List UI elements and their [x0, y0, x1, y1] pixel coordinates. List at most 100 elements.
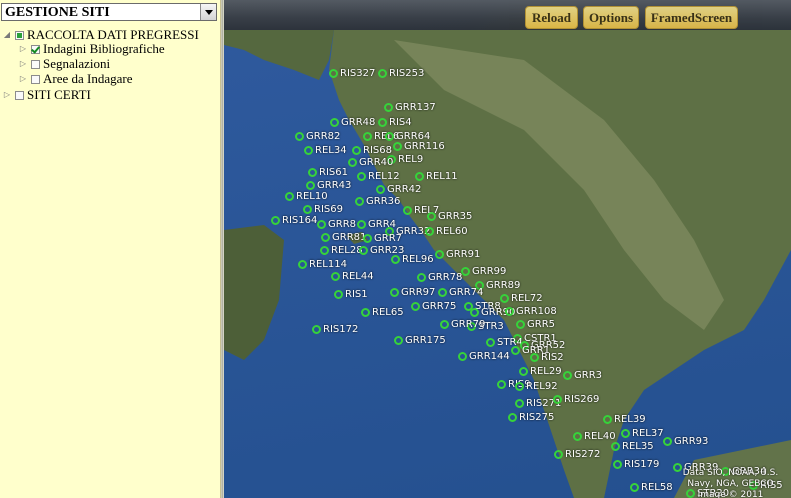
- site-marker-icon[interactable]: [295, 132, 304, 141]
- site-label[interactable]: GRR137: [395, 102, 436, 113]
- site-label[interactable]: RIS61: [319, 167, 348, 178]
- site-label[interactable]: GRR75: [422, 301, 456, 312]
- site-marker-icon[interactable]: [573, 432, 582, 441]
- site-marker-icon[interactable]: [376, 185, 385, 194]
- site-label[interactable]: REL12: [368, 171, 400, 182]
- site-marker-icon[interactable]: [621, 429, 630, 438]
- site-label[interactable]: REL60: [436, 226, 468, 237]
- site-marker-icon[interactable]: [394, 336, 403, 345]
- site-marker-icon[interactable]: [312, 325, 321, 334]
- site-marker-icon[interactable]: [363, 234, 372, 243]
- site-label[interactable]: GRR74: [449, 287, 483, 298]
- site-label[interactable]: REL44: [342, 271, 374, 282]
- site-label[interactable]: REL40: [584, 431, 616, 442]
- site-marker-icon[interactable]: [519, 367, 528, 376]
- site-label[interactable]: GRR48: [341, 117, 375, 128]
- tree-node-aree[interactable]: ▷ Aree da Indagare: [18, 71, 133, 86]
- site-label[interactable]: GRR81: [332, 232, 366, 243]
- site-label[interactable]: GRR36: [366, 196, 400, 207]
- site-marker-icon[interactable]: [486, 338, 495, 347]
- site-marker-icon[interactable]: [352, 146, 361, 155]
- satellite-map[interactable]: RIS327 RIS253 GRR137 GRR48 RIS4 GRR82 REL6 GRR6…: [224, 0, 791, 498]
- site-marker-icon[interactable]: [515, 399, 524, 408]
- site-label[interactable]: STR4: [497, 337, 523, 348]
- site-marker-icon[interactable]: [304, 146, 313, 155]
- tree-node-raccolta[interactable]: ◢ RACCOLTA DATI PREGRESSI: [2, 27, 199, 42]
- site-label[interactable]: GRR40: [359, 157, 393, 168]
- tree-expanded-icon[interactable]: ◢: [2, 28, 12, 42]
- site-marker-icon[interactable]: [530, 353, 539, 362]
- site-marker-icon[interactable]: [500, 294, 509, 303]
- site-label[interactable]: GRR7: [374, 233, 402, 244]
- site-label[interactable]: GRR8: [328, 219, 356, 230]
- site-marker-icon[interactable]: [334, 290, 343, 299]
- site-marker-icon[interactable]: [378, 118, 387, 127]
- site-marker-icon[interactable]: [306, 181, 315, 190]
- site-marker-icon[interactable]: [516, 320, 525, 329]
- site-label[interactable]: RIS172: [323, 324, 358, 335]
- site-marker-icon[interactable]: [435, 250, 444, 259]
- site-label[interactable]: REL37: [632, 428, 664, 439]
- site-label[interactable]: RIS179: [624, 459, 659, 470]
- site-label[interactable]: GRR91: [446, 249, 480, 260]
- site-marker-icon[interactable]: [385, 132, 394, 141]
- tree-checkbox-aree[interactable]: [31, 74, 40, 84]
- tree-checkbox-indagini[interactable]: [31, 44, 40, 54]
- site-marker-icon[interactable]: [470, 308, 479, 317]
- site-marker-icon[interactable]: [321, 233, 330, 242]
- site-marker-icon[interactable]: [298, 260, 307, 269]
- tree-collapsed-icon[interactable]: ▷: [18, 57, 28, 71]
- site-marker-icon[interactable]: [553, 395, 562, 404]
- site-label[interactable]: GRR43: [317, 180, 351, 191]
- framed-screen-button[interactable]: FramedScreen: [645, 6, 738, 29]
- site-marker-icon[interactable]: [497, 380, 506, 389]
- site-marker-icon[interactable]: [438, 288, 447, 297]
- site-marker-icon[interactable]: [393, 142, 402, 151]
- site-marker-icon[interactable]: [663, 437, 672, 446]
- site-label[interactable]: GRR93: [674, 436, 708, 447]
- site-marker-icon[interactable]: [384, 103, 393, 112]
- site-marker-icon[interactable]: [440, 320, 449, 329]
- site-marker-icon[interactable]: [348, 158, 357, 167]
- site-marker-icon[interactable]: [630, 483, 639, 492]
- chevron-down-icon[interactable]: [200, 4, 216, 20]
- site-label[interactable]: GRR108: [516, 306, 557, 317]
- site-marker-icon[interactable]: [331, 272, 340, 281]
- site-marker-icon[interactable]: [613, 460, 622, 469]
- options-button[interactable]: Options: [583, 6, 639, 29]
- site-marker-icon[interactable]: [357, 172, 366, 181]
- site-marker-icon[interactable]: [359, 246, 368, 255]
- site-label[interactable]: REL34: [315, 145, 347, 156]
- site-marker-icon[interactable]: [390, 288, 399, 297]
- site-marker-icon[interactable]: [458, 352, 467, 361]
- site-label[interactable]: GRR79: [451, 319, 485, 330]
- site-marker-icon[interactable]: [355, 197, 364, 206]
- site-marker-icon[interactable]: [508, 413, 517, 422]
- site-label[interactable]: REL9: [398, 154, 423, 165]
- site-label[interactable]: REL10: [296, 191, 328, 202]
- site-marker-icon[interactable]: [357, 220, 366, 229]
- site-marker-icon[interactable]: [511, 346, 520, 355]
- reload-button[interactable]: Reload: [525, 6, 578, 29]
- site-marker-icon[interactable]: [603, 415, 612, 424]
- site-marker-icon[interactable]: [303, 205, 312, 214]
- site-marker-icon[interactable]: [563, 371, 572, 380]
- site-marker-icon[interactable]: [411, 302, 420, 311]
- site-label[interactable]: GRR35: [438, 211, 472, 222]
- site-label[interactable]: RIS253: [389, 68, 424, 79]
- site-marker-icon[interactable]: [425, 227, 434, 236]
- site-label[interactable]: RIS275: [519, 412, 554, 423]
- site-label[interactable]: RIS269: [564, 394, 599, 405]
- site-marker-icon[interactable]: [285, 192, 294, 201]
- site-marker-icon[interactable]: [427, 212, 436, 221]
- site-label[interactable]: RIS4: [389, 117, 412, 128]
- site-label[interactable]: GRR42: [387, 184, 421, 195]
- tree-collapsed-icon[interactable]: ▷: [18, 72, 28, 86]
- site-marker-icon[interactable]: [271, 216, 280, 225]
- site-label[interactable]: REL65: [372, 307, 404, 318]
- site-label[interactable]: RIS272: [565, 449, 600, 460]
- site-marker-icon[interactable]: [611, 442, 620, 451]
- site-marker-icon[interactable]: [391, 255, 400, 264]
- tree-collapsed-icon[interactable]: ▷: [2, 88, 12, 102]
- tree-checkbox-siti-certi[interactable]: [15, 90, 24, 100]
